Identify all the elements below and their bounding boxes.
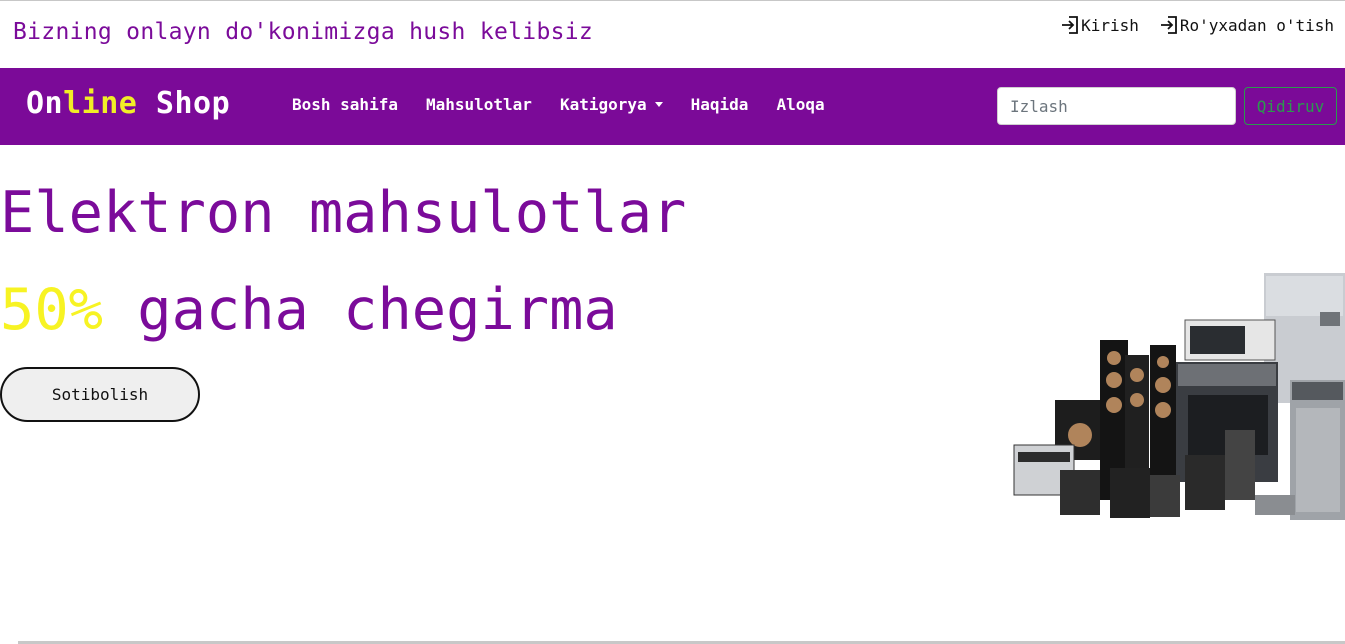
register-label: Ro'yxadan o'tish (1179, 15, 1334, 35)
login-arrow-icon (1062, 16, 1078, 34)
nav-item-home[interactable]: Bosh sahifa (278, 95, 412, 114)
nav-item-products-label: Mahsulotlar (425, 95, 532, 114)
discount-percent: 50% (0, 277, 103, 343)
login-arrow-icon (1160, 16, 1177, 34)
nav-item-about-label: Haqida (690, 95, 749, 114)
nav-item-contact[interactable]: Aloqa (762, 95, 838, 114)
nav-item-products[interactable]: Mahsulotlar (412, 95, 546, 114)
login-link[interactable]: Kirish (1060, 15, 1139, 35)
search-button[interactable]: Qidiruv (1244, 87, 1337, 125)
brand-logo[interactable]: Online Shop (26, 86, 230, 121)
brand-text-shop: Shop (137, 86, 231, 121)
buy-button[interactable]: Sotibolish (0, 367, 200, 422)
search-input[interactable] (997, 87, 1236, 125)
nav-item-contact-label: Aloqa (776, 95, 825, 114)
brand-text-highlight: line (63, 86, 138, 121)
welcome-message: Bizning onlayn do'konimizga hush kelibsi… (13, 19, 594, 45)
hero-discount-heading: 50% gacha chegirma (0, 277, 618, 343)
brand-text-on: On (26, 86, 64, 121)
electronics-product-image (1000, 240, 1345, 527)
auth-links: Kirish Ro'yxadan o'tish (1060, 15, 1334, 35)
hero-title: Elektron mahsulotlar (0, 180, 687, 246)
top-bar: Bizning onlayn do'konimizga hush kelibsi… (0, 1, 1345, 68)
register-link[interactable]: Ro'yxadan o'tish (1159, 15, 1334, 35)
nav-item-category-label: Katigorya (559, 95, 647, 114)
caret-down-icon (654, 102, 663, 107)
login-label: Kirish (1081, 15, 1139, 35)
nav-item-about[interactable]: Haqida (677, 95, 763, 114)
discount-text: gacha chegirma (102, 277, 618, 343)
nav-item-home-label: Bosh sahifa (292, 95, 398, 114)
nav-menu: Bosh sahifa Mahsulotlar Katigorya Haqida… (278, 95, 839, 114)
nav-item-category-dropdown[interactable]: Katigorya (546, 95, 677, 114)
main-navbar: Online Shop Bosh sahifa Mahsulotlar Kati… (0, 68, 1345, 145)
